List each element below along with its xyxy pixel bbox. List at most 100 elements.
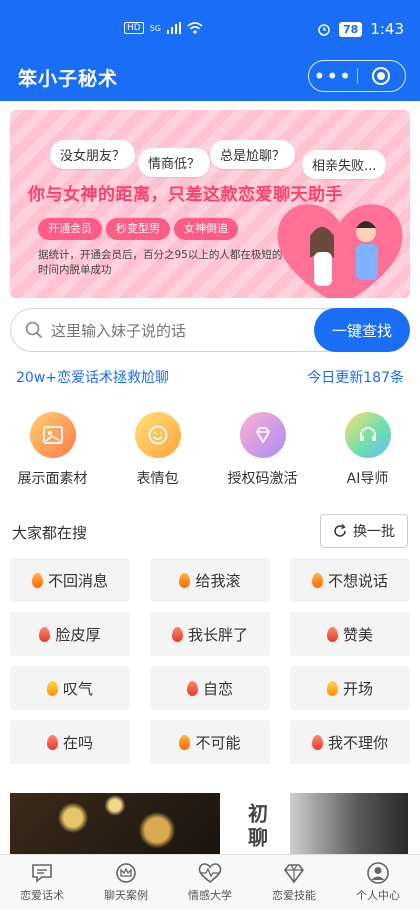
smiley-icon bbox=[148, 425, 167, 445]
status-bar: HD 5G 78 1:43 bbox=[0, 0, 420, 56]
tag-label: 我长胖了 bbox=[187, 625, 248, 644]
trending-tag[interactable]: 自恋 bbox=[150, 666, 270, 710]
tab-chat-cases[interactable]: 聊天案例 bbox=[84, 855, 168, 910]
trending-tag[interactable]: 脸皮厚 bbox=[10, 612, 130, 656]
trending-tag[interactable]: 叹气 bbox=[10, 666, 130, 710]
alarm-icon bbox=[318, 24, 330, 36]
banner-bubble: 没女朋友？ bbox=[50, 140, 136, 169]
tab-label: 个人中心 bbox=[356, 889, 400, 902]
tag-label: 给我滚 bbox=[195, 571, 241, 590]
banner-pill: 女神倒追 bbox=[174, 218, 238, 240]
category-circle bbox=[344, 412, 391, 458]
tab-label: 聊天案例 bbox=[104, 889, 148, 902]
category-label: 表情包 bbox=[136, 471, 179, 487]
trending-tag[interactable]: 开场 bbox=[290, 666, 410, 710]
flame-icon bbox=[179, 572, 191, 588]
category-circle bbox=[239, 412, 286, 458]
app-title: 笨小子秘术 bbox=[18, 68, 119, 90]
tag-label: 开场 bbox=[342, 679, 373, 698]
search-input[interactable] bbox=[51, 319, 291, 343]
flame-icon bbox=[326, 680, 338, 696]
tag-label: 自恋 bbox=[202, 679, 233, 698]
trending-tag[interactable]: 不想说话 bbox=[290, 558, 410, 602]
image-icon bbox=[42, 426, 63, 444]
flame-icon bbox=[326, 626, 338, 642]
tag-label: 脸皮厚 bbox=[55, 625, 101, 644]
banner-bubble: 总是尬聊？ bbox=[210, 140, 296, 169]
tag-label: 赞美 bbox=[342, 625, 373, 644]
tag-label: 叹气 bbox=[62, 679, 93, 698]
flame-icon bbox=[311, 734, 323, 750]
trending-tag[interactable]: 在吗 bbox=[10, 720, 130, 764]
trending-tag[interactable]: 不回消息 bbox=[10, 558, 130, 602]
battery-indicator: 78 bbox=[339, 21, 363, 37]
clock: 1:43 bbox=[370, 20, 404, 38]
target-circle-icon bbox=[372, 67, 391, 85]
trending-tag[interactable]: 赞美 bbox=[290, 612, 410, 656]
refresh-button[interactable]: 换一批 bbox=[320, 514, 408, 548]
tab-love-scripts[interactable]: 恋爱话术 bbox=[0, 855, 84, 910]
banner-note: 据统计，开通会员后，百分之95以上的人都在极短的时间内脱单成功 bbox=[38, 249, 283, 276]
flame-icon bbox=[171, 626, 183, 642]
category-display-materials[interactable]: 展示面素材 bbox=[0, 412, 105, 488]
category-stickers[interactable]: 表情包 bbox=[105, 412, 210, 488]
tab-label: 恋爱话术 bbox=[20, 889, 64, 902]
tab-label: 情感大学 bbox=[188, 889, 232, 902]
banner-pill: 秒变型男 bbox=[106, 218, 170, 240]
flame-icon bbox=[186, 680, 198, 696]
trending-tag[interactable]: 我长胖了 bbox=[150, 612, 270, 656]
category-label: 授权码激活 bbox=[227, 471, 298, 487]
daily-update-link[interactable]: 今日更新187条 bbox=[307, 367, 404, 387]
flame-icon bbox=[39, 626, 51, 642]
category-ai-mentor[interactable]: AI导师 bbox=[315, 412, 420, 488]
tag-label: 不回消息 bbox=[47, 571, 108, 590]
search-bar: 一键查找 bbox=[10, 308, 410, 352]
stats-tagline: 20w+恋爱话术拯救尬聊 bbox=[16, 370, 169, 386]
tab-love-skills[interactable]: 恋爱技能 bbox=[252, 855, 336, 910]
network-type-label: 5G bbox=[149, 23, 161, 33]
refresh-icon bbox=[334, 524, 346, 537]
trending-title: 大家都在搜 bbox=[12, 524, 88, 542]
miniprogram-capsule: ••• bbox=[308, 60, 406, 92]
search-button[interactable]: 一键查找 bbox=[314, 308, 410, 352]
heartbeat-icon bbox=[198, 863, 222, 884]
article-title-thumbnail[interactable]: 初聊 bbox=[232, 793, 282, 855]
crown-icon bbox=[116, 863, 136, 883]
status-right: 78 1:43 bbox=[317, 20, 404, 38]
flame-icon bbox=[46, 734, 58, 750]
more-dots-icon: ••• bbox=[313, 64, 352, 88]
wifi-icon bbox=[187, 22, 203, 34]
trending-tag[interactable]: 不可能 bbox=[150, 720, 270, 764]
category-label: AI导师 bbox=[346, 471, 389, 487]
title-bar: 笨小子秘术 ••• bbox=[0, 56, 420, 101]
status-indicators: HD 5G bbox=[124, 22, 203, 34]
more-button[interactable]: ••• bbox=[309, 61, 357, 91]
category-activation[interactable]: 授权码激活 bbox=[210, 412, 315, 488]
flame-icon bbox=[311, 572, 323, 588]
trending-tag[interactable]: 我不理你 bbox=[290, 720, 410, 764]
tag-label: 不可能 bbox=[195, 733, 241, 752]
banner-bubble: 情商低？ bbox=[138, 148, 211, 177]
tab-personal-center[interactable]: 个人中心 bbox=[336, 855, 420, 910]
flame-icon bbox=[179, 734, 191, 750]
diamond-icon bbox=[255, 427, 270, 444]
couple-illustration bbox=[277, 204, 403, 298]
banner-pill: 开通会员 bbox=[38, 218, 102, 240]
bottom-tab-bar: 恋爱话术 聊天案例 情感大学 恋爱技能 个人中心 bbox=[0, 854, 420, 910]
tag-label: 在吗 bbox=[62, 733, 93, 752]
tag-label: 不想说话 bbox=[327, 571, 388, 590]
article-thumbnail[interactable] bbox=[10, 793, 220, 855]
category-circle bbox=[29, 412, 76, 458]
user-icon bbox=[367, 862, 389, 884]
close-miniprogram-button[interactable] bbox=[358, 61, 406, 91]
flame-icon bbox=[31, 572, 43, 588]
tab-emotion-university[interactable]: 情感大学 bbox=[168, 855, 252, 910]
trending-tag[interactable]: 给我滚 bbox=[150, 558, 270, 602]
hd-indicator: HD bbox=[124, 22, 144, 34]
promo-banner[interactable]: 没女朋友？ 情商低？ 总是尬聊？ 相亲失败... 你与女神的距离，只差这款恋爱聊… bbox=[10, 110, 410, 298]
article-thumbnail[interactable] bbox=[290, 793, 408, 855]
tab-label: 恋爱技能 bbox=[272, 889, 316, 902]
refresh-label: 换一批 bbox=[353, 524, 395, 540]
flame-icon bbox=[46, 680, 58, 696]
thumbnail-vertical-text: 初聊 bbox=[244, 803, 269, 851]
